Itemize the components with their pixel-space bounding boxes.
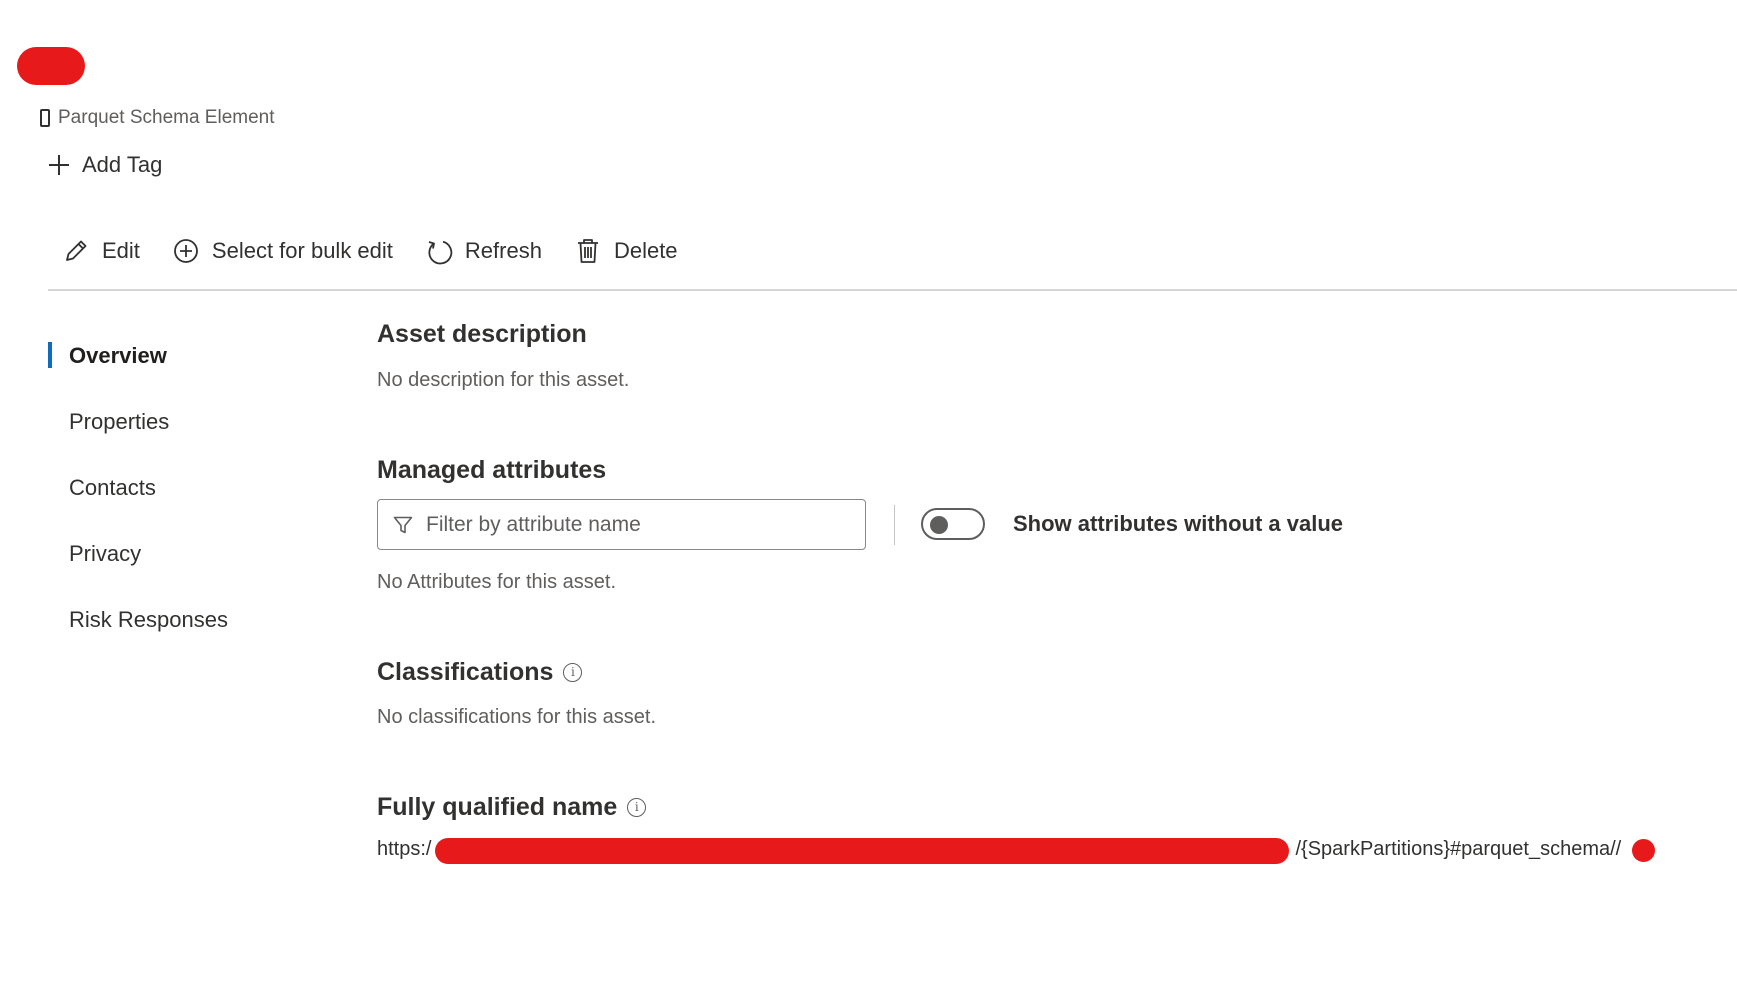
command-toolbar: Edit Select for bulk edit Refresh Delete bbox=[62, 233, 710, 269]
add-circle-icon bbox=[174, 239, 198, 263]
nav-item-contacts[interactable]: Contacts bbox=[48, 455, 308, 521]
nav-item-label: Risk Responses bbox=[69, 607, 228, 632]
refresh-icon bbox=[428, 240, 453, 265]
managed-attributes-empty: No Attributes for this asset. bbox=[377, 571, 616, 593]
nav-item-privacy[interactable]: Privacy bbox=[48, 521, 308, 587]
attribute-filter-input[interactable] bbox=[424, 511, 848, 538]
show-empty-attributes-toggle[interactable] bbox=[921, 508, 985, 540]
filter-toggle-separator bbox=[894, 505, 895, 545]
managed-attributes-title-text: Managed attributes bbox=[377, 456, 607, 484]
show-empty-attributes-label: Show attributes without a value bbox=[1013, 511, 1344, 536]
asset-description-title: Asset description bbox=[377, 320, 587, 349]
nav-item-properties[interactable]: Properties bbox=[48, 389, 308, 455]
asset-description-title-text: Asset description bbox=[377, 320, 587, 348]
delete-label: Delete bbox=[613, 238, 678, 263]
attribute-filter-field[interactable] bbox=[377, 499, 866, 550]
refresh-label: Refresh bbox=[464, 238, 542, 263]
bulk-edit-button[interactable]: Select for bulk edit bbox=[172, 237, 393, 265]
pencil-icon bbox=[66, 240, 87, 261]
toggle-knob bbox=[930, 516, 948, 534]
nav-item-risk-responses[interactable]: Risk Responses bbox=[48, 587, 308, 653]
nav-item-label: Properties bbox=[69, 409, 170, 434]
trash-icon bbox=[577, 239, 598, 263]
redacted-fqn-end bbox=[1632, 839, 1655, 862]
refresh-button[interactable]: Refresh bbox=[425, 237, 542, 265]
asset-type: Parquet Schema Element bbox=[40, 106, 275, 130]
asset-type-label: Parquet Schema Element bbox=[58, 107, 275, 128]
nav-item-label: Privacy bbox=[69, 541, 142, 566]
fqn-suffix: /{SparkPartitions}#parquet_schema// bbox=[1295, 838, 1622, 860]
add-tag-label: Add Tag bbox=[82, 152, 163, 177]
add-tag-button[interactable]: Add Tag bbox=[48, 152, 162, 178]
fully-qualified-name-title-text: Fully qualified name bbox=[377, 793, 618, 821]
delete-button[interactable]: Delete bbox=[574, 237, 678, 265]
nav-item-overview[interactable]: Overview bbox=[48, 323, 308, 389]
schema-element-icon bbox=[40, 109, 50, 127]
fqn-prefix: https:/ bbox=[377, 838, 432, 860]
asset-description-empty: No description for this asset. bbox=[377, 369, 630, 391]
managed-attributes-title: Managed attributes bbox=[377, 456, 606, 485]
plus-icon bbox=[49, 155, 69, 175]
classifications-title: Classifications i bbox=[377, 658, 583, 687]
classifications-title-text: Classifications bbox=[377, 658, 554, 686]
nav-item-label: Contacts bbox=[69, 475, 156, 500]
bulk-edit-label: Select for bulk edit bbox=[211, 238, 393, 263]
info-icon[interactable]: i bbox=[627, 798, 647, 817]
toolbar-divider bbox=[48, 289, 1737, 291]
redacted-asset-name bbox=[17, 47, 85, 85]
classifications-empty: No classifications for this asset. bbox=[377, 706, 656, 728]
filter-icon bbox=[393, 516, 413, 533]
info-icon[interactable]: i bbox=[563, 663, 583, 682]
edit-label: Edit bbox=[102, 238, 140, 263]
section-nav: Overview Properties Contacts Privacy Ris… bbox=[48, 323, 308, 653]
edit-button[interactable]: Edit bbox=[62, 237, 140, 265]
redacted-fqn-middle bbox=[435, 838, 1289, 864]
nav-item-label: Overview bbox=[69, 343, 167, 368]
fully-qualified-name-title: Fully qualified name i bbox=[377, 793, 647, 822]
